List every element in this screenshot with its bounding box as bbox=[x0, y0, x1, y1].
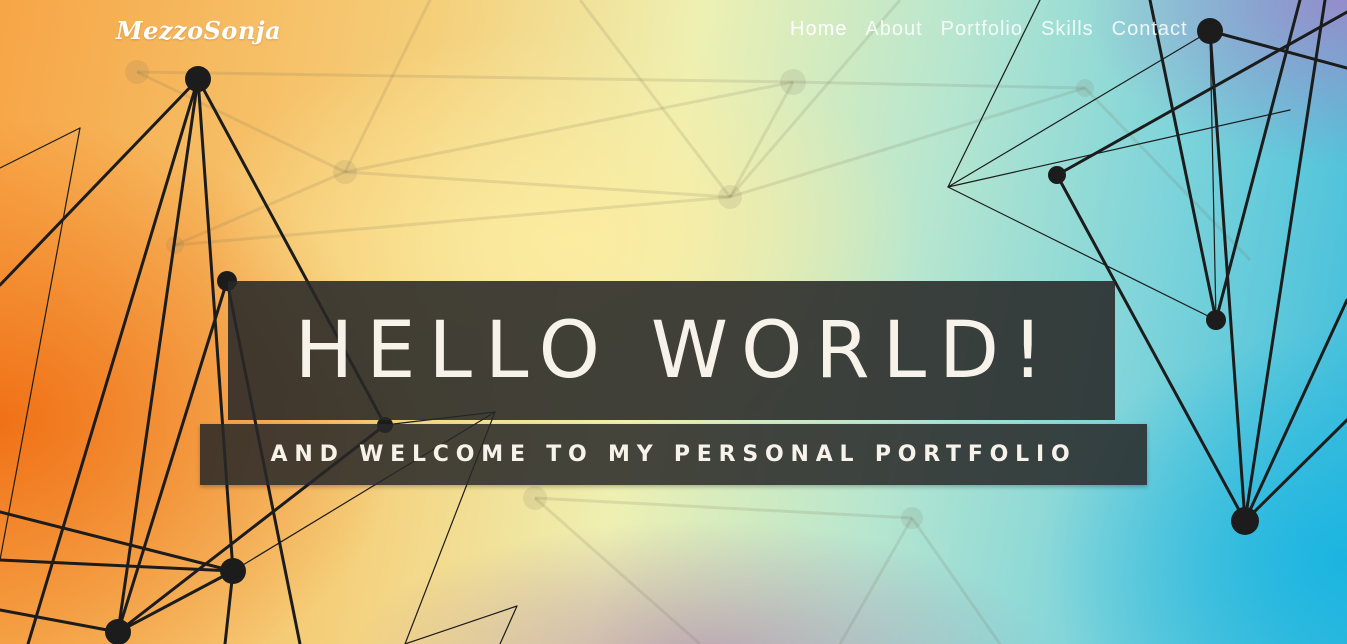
nav-item-contact[interactable]: Contact bbox=[1112, 18, 1188, 41]
site-logo[interactable]: MezzoSonja bbox=[116, 16, 281, 45]
nav-item-home[interactable]: Home bbox=[790, 18, 847, 41]
nav-item-about[interactable]: About bbox=[865, 18, 922, 41]
nav-item-skills[interactable]: Skills bbox=[1041, 18, 1094, 41]
hero-subtitle: AND WELCOME TO MY PERSONAL PORTFOLIO bbox=[270, 442, 1077, 467]
nav-item-portfolio[interactable]: Portfolio bbox=[941, 18, 1023, 41]
hero-title-banner: HELLO WORLD! bbox=[228, 281, 1115, 420]
main-nav: Home About Portfolio Skills Contact bbox=[790, 18, 1188, 41]
hero-section: MezzoSonja Home About Portfolio Skills C… bbox=[0, 0, 1347, 644]
hero-subtitle-banner: AND WELCOME TO MY PERSONAL PORTFOLIO bbox=[200, 424, 1147, 485]
hero-title: HELLO WORLD! bbox=[294, 305, 1057, 396]
